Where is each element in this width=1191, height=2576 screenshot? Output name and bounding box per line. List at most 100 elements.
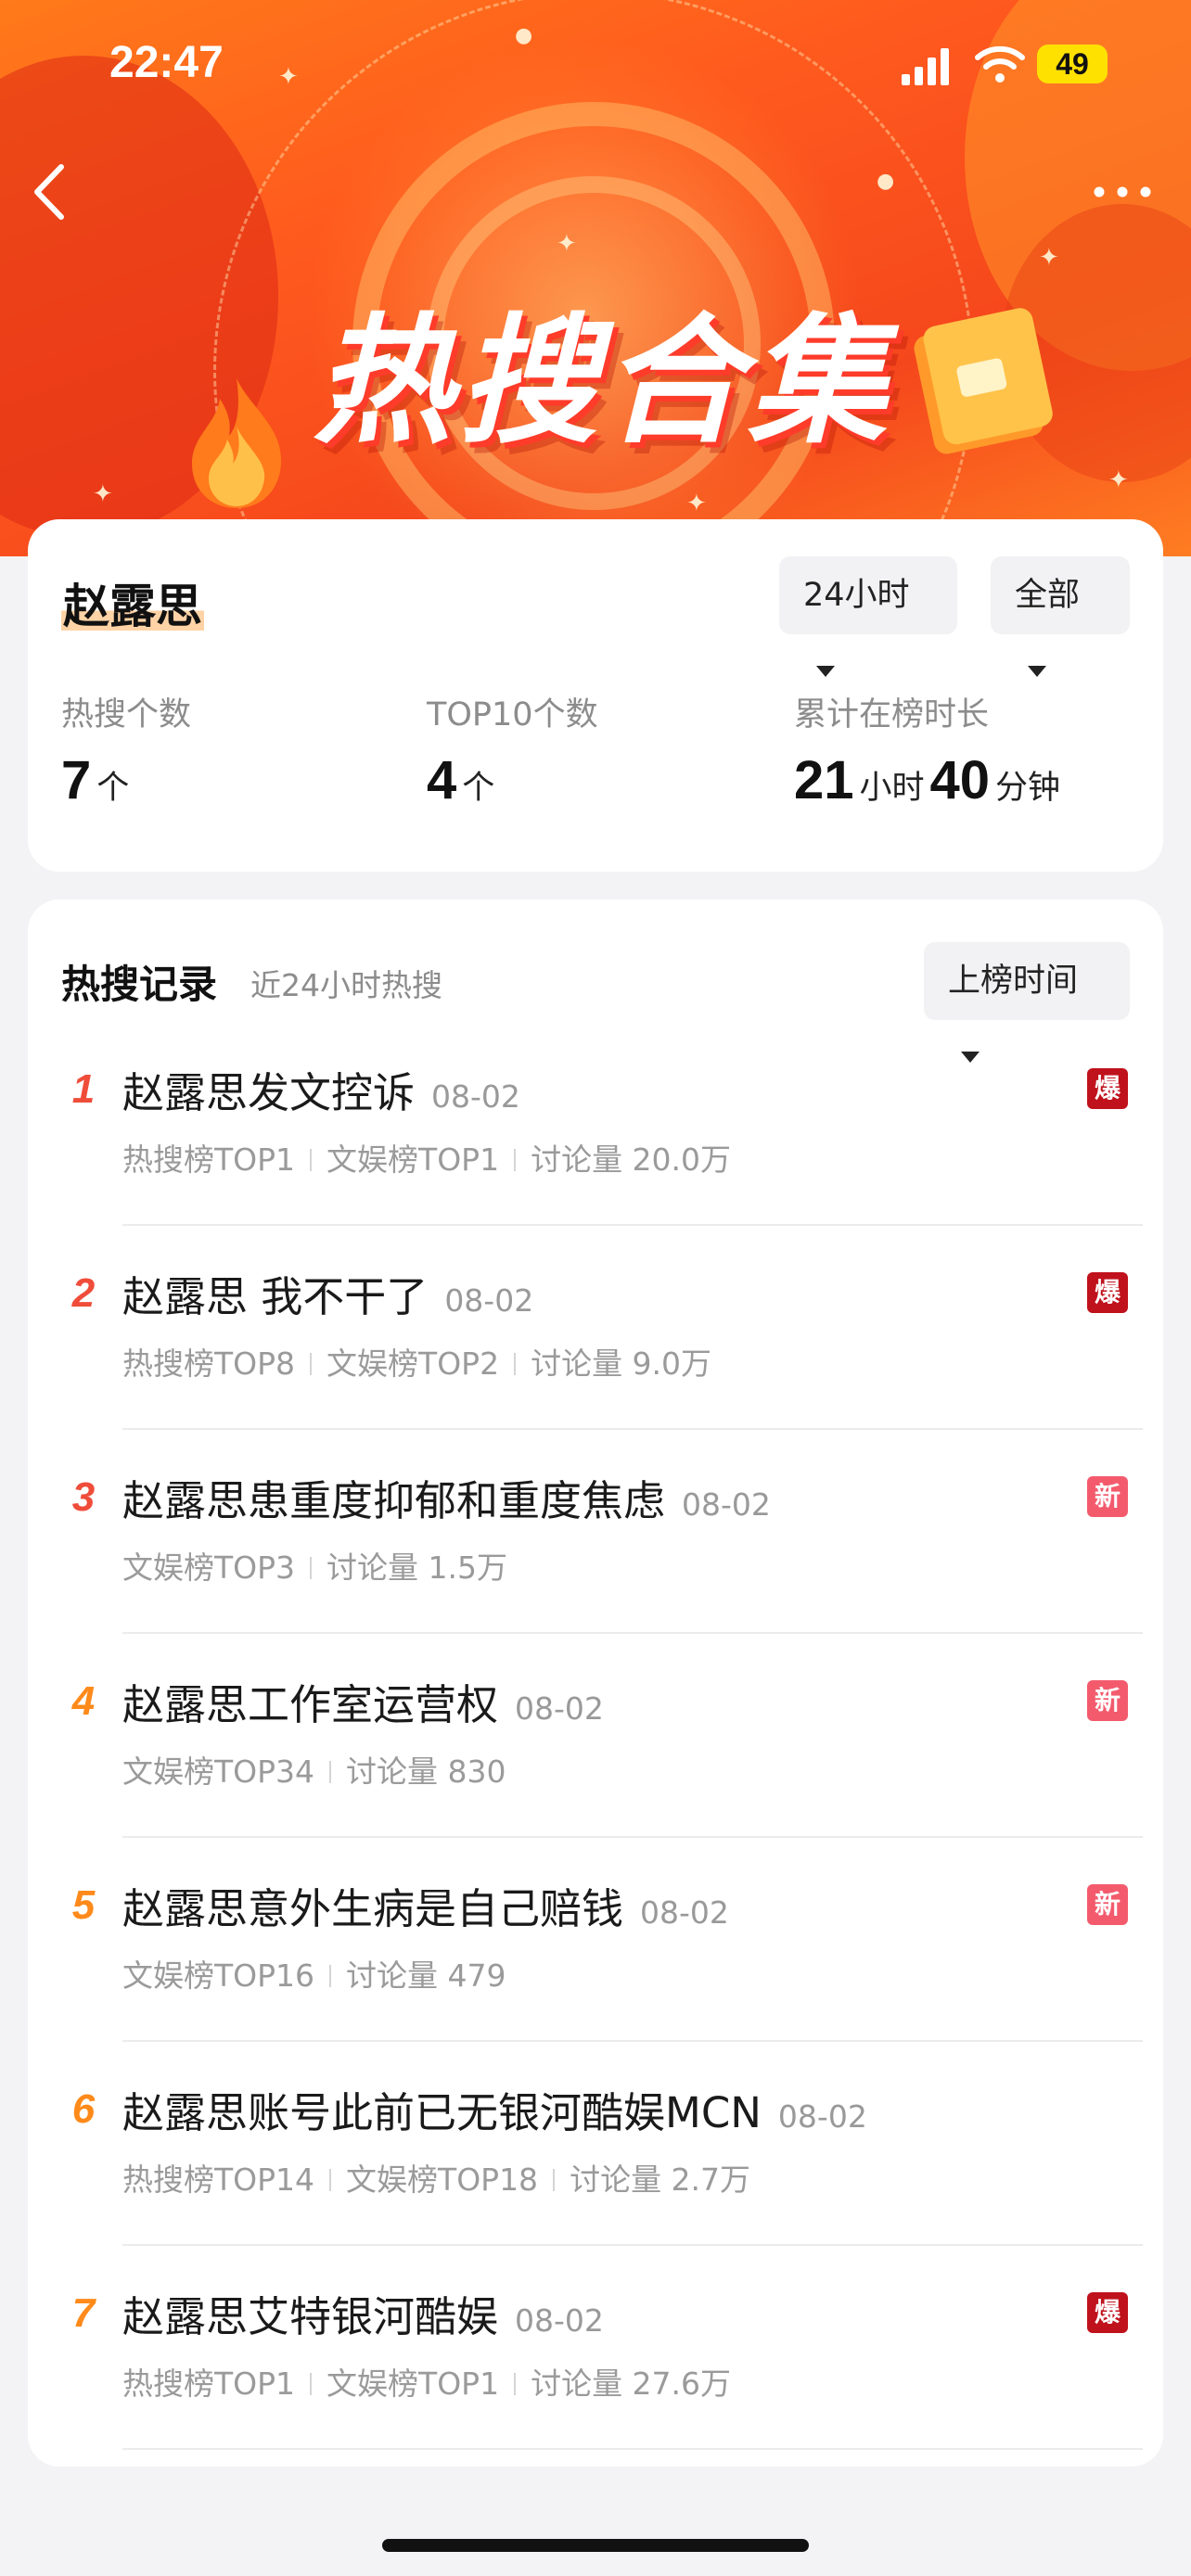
time-filter-label: 24小时: [803, 577, 910, 614]
sparkle-icon: ✦: [1039, 244, 1059, 272]
rank-number: 6: [71, 2086, 96, 2132]
meta-rank: 热搜榜TOP1: [122, 1141, 296, 1178]
meta-discussion: 讨论量 479: [346, 1958, 506, 1994]
stat-hours: 21: [794, 750, 854, 810]
item-title: 赵露思意外生病是自己赔钱 08-02: [122, 1875, 729, 1935]
rank-number: 2: [71, 1270, 96, 1316]
meta-rank: 文娱榜TOP1: [327, 1141, 500, 1178]
sparkle-icon: ✦: [686, 490, 707, 517]
meta-separator: [329, 1760, 332, 1783]
item-meta: 热搜榜TOP1 文娱榜TOP1 讨论量 27.6万: [122, 2359, 731, 2404]
meta-rank: 热搜榜TOP8: [122, 1345, 296, 1382]
home-indicator[interactable]: [382, 2539, 809, 2552]
more-options-icon[interactable]: [1090, 178, 1155, 206]
back-icon[interactable]: [26, 159, 72, 224]
meta-separator: [514, 2372, 517, 2395]
sparkle-icon: ✦: [93, 480, 113, 508]
wifi-icon: [975, 45, 1025, 83]
meta-rank: 文娱榜TOP34: [122, 1753, 315, 1790]
meta-rank: 文娱榜TOP3: [122, 1549, 296, 1586]
scope-filter-dropdown[interactable]: 全部: [991, 556, 1130, 677]
list-item[interactable]: 5 赵露思意外生病是自己赔钱 08-02 文娱榜TOP16 讨论量 479 新: [28, 1838, 1163, 2042]
meta-rank: 热搜榜TOP14: [122, 2162, 315, 2198]
item-meta: 热搜榜TOP1 文娱榜TOP1 讨论量 20.0万: [122, 1135, 731, 1180]
meta-discussion: 讨论量 830: [346, 1753, 506, 1790]
meta-rank: 文娱榜TOP2: [327, 1345, 500, 1382]
meta-discussion: 讨论量 20.0万: [531, 1141, 732, 1178]
meta-discussion: 讨论量 2.7万: [570, 2162, 751, 2198]
sort-dropdown[interactable]: 上榜时间: [924, 942, 1130, 1063]
meta-rank: 热搜榜TOP1: [122, 2366, 296, 2402]
new-badge: 新: [1087, 1884, 1128, 1925]
list-item[interactable]: 1 赵露思发文控诉 08-02 热搜榜TOP1 文娱榜TOP1 讨论量 20.0万 爆: [28, 1022, 1163, 1226]
stat-minutes: 40: [929, 750, 991, 810]
meta-discussion: 讨论量 9.0万: [531, 1345, 712, 1382]
sparkle-icon: ✦: [1108, 466, 1129, 494]
item-date: 08-02: [431, 1078, 520, 1115]
stat-value: 7: [61, 750, 92, 810]
item-title-text: 赵露思 我不干了: [122, 1272, 429, 1321]
item-meta: 文娱榜TOP34 讨论量 830: [122, 1747, 506, 1792]
list-item[interactable]: 3 赵露思患重度抑郁和重度焦虑 08-02 文娱榜TOP3 讨论量 1.5万 新: [28, 1430, 1163, 1634]
item-title: 赵露思艾特银河酷娱 08-02: [122, 2283, 604, 2343]
rank-number: 7: [71, 2290, 96, 2336]
meta-separator: [310, 1148, 313, 1171]
sparkle-icon: ●: [877, 170, 895, 193]
item-title-text: 赵露思账号此前已无银河酷娱MCN: [122, 2088, 762, 2137]
item-meta: 热搜榜TOP14 文娱榜TOP18 讨论量 2.7万: [122, 2155, 750, 2200]
new-badge: 新: [1087, 1476, 1128, 1517]
meta-separator: [553, 2168, 556, 2191]
stat-top10-count: 4个: [427, 749, 500, 811]
item-date: 08-02: [515, 1690, 604, 1727]
item-date: 08-02: [640, 1894, 729, 1931]
meta-discussion: 讨论量 27.6万: [531, 2366, 732, 2402]
item-title-text: 赵露思意外生病是自己赔钱: [122, 1884, 624, 1933]
stat-label-duration: 累计在榜时长: [794, 696, 990, 733]
meta-separator: [310, 1352, 313, 1375]
list-item[interactable]: 6 赵露思账号此前已无银河酷娱MCN 08-02 热搜榜TOP14 文娱榜TOP18…: [28, 2042, 1163, 2246]
meta-separator: [310, 2372, 313, 2395]
records-title: 热搜记录: [61, 962, 218, 1007]
sort-label: 上榜时间: [948, 963, 1079, 1000]
person-name: 赵露思: [61, 569, 204, 636]
item-meta: 文娱榜TOP16 讨论量 479: [122, 1951, 506, 1996]
item-title-text: 赵露思发文控诉: [122, 1068, 416, 1117]
item-title: 赵露思患重度抑郁和重度焦虑 08-02: [122, 1467, 771, 1527]
meta-separator: [329, 2168, 332, 2191]
scope-filter-label: 全部: [1015, 577, 1081, 614]
hot-badge: 爆: [1087, 1068, 1128, 1109]
item-title: 赵露思账号此前已无银河酷娱MCN 08-02: [122, 2079, 867, 2139]
meta-separator: [514, 1148, 517, 1171]
meta-rank: 文娱榜TOP1: [327, 2366, 500, 2402]
stat-unit: 个: [96, 770, 130, 807]
item-date: 08-02: [682, 1486, 771, 1523]
item-meta: 热搜榜TOP8 文娱榜TOP2 讨论量 9.0万: [122, 1339, 711, 1384]
item-meta: 文娱榜TOP3 讨论量 1.5万: [122, 1543, 507, 1588]
item-title: 赵露思发文控诉 08-02: [122, 1059, 520, 1119]
item-title-text: 赵露思患重度抑郁和重度焦虑: [122, 1476, 666, 1525]
divider: [122, 2448, 1143, 2450]
rank-number: 3: [71, 1474, 96, 1520]
folder-icon: [914, 308, 1053, 454]
rank-number: 4: [71, 1678, 96, 1724]
time-filter-dropdown[interactable]: 24小时: [779, 556, 957, 677]
stat-hot-count: 7个: [61, 749, 134, 811]
item-title: 赵露思工作室运营权 08-02: [122, 1671, 604, 1731]
list-item[interactable]: 2 赵露思 我不干了 08-02 热搜榜TOP8 文娱榜TOP2 讨论量 9.0万 爆: [28, 1226, 1163, 1430]
status-time: 22:47: [109, 38, 224, 87]
caret-down-icon: [1028, 666, 1046, 677]
stat-unit: 分钟: [995, 770, 1061, 807]
stat-value: 4: [427, 750, 457, 810]
banner-title: 热搜合集: [313, 301, 892, 463]
list-item[interactable]: 7 赵露思艾特银河酷娱 08-02 热搜榜TOP1 文娱榜TOP1 讨论量 27.6万…: [28, 2246, 1163, 2450]
cellular-signal-icon: [902, 48, 949, 85]
battery-indicator: 49: [1037, 45, 1108, 83]
hot-badge: 爆: [1087, 2292, 1128, 2333]
item-title: 赵露思 我不干了 08-02: [122, 1263, 533, 1323]
records-subtitle: 近24小时热搜: [250, 967, 442, 1003]
stat-unit: 小时: [859, 770, 925, 807]
stat-label-hot-count: 热搜个数: [61, 696, 192, 733]
caret-down-icon: [816, 666, 835, 677]
meta-separator: [329, 1964, 332, 1987]
list-item[interactable]: 4 赵露思工作室运营权 08-02 文娱榜TOP34 讨论量 830 新: [28, 1634, 1163, 1838]
